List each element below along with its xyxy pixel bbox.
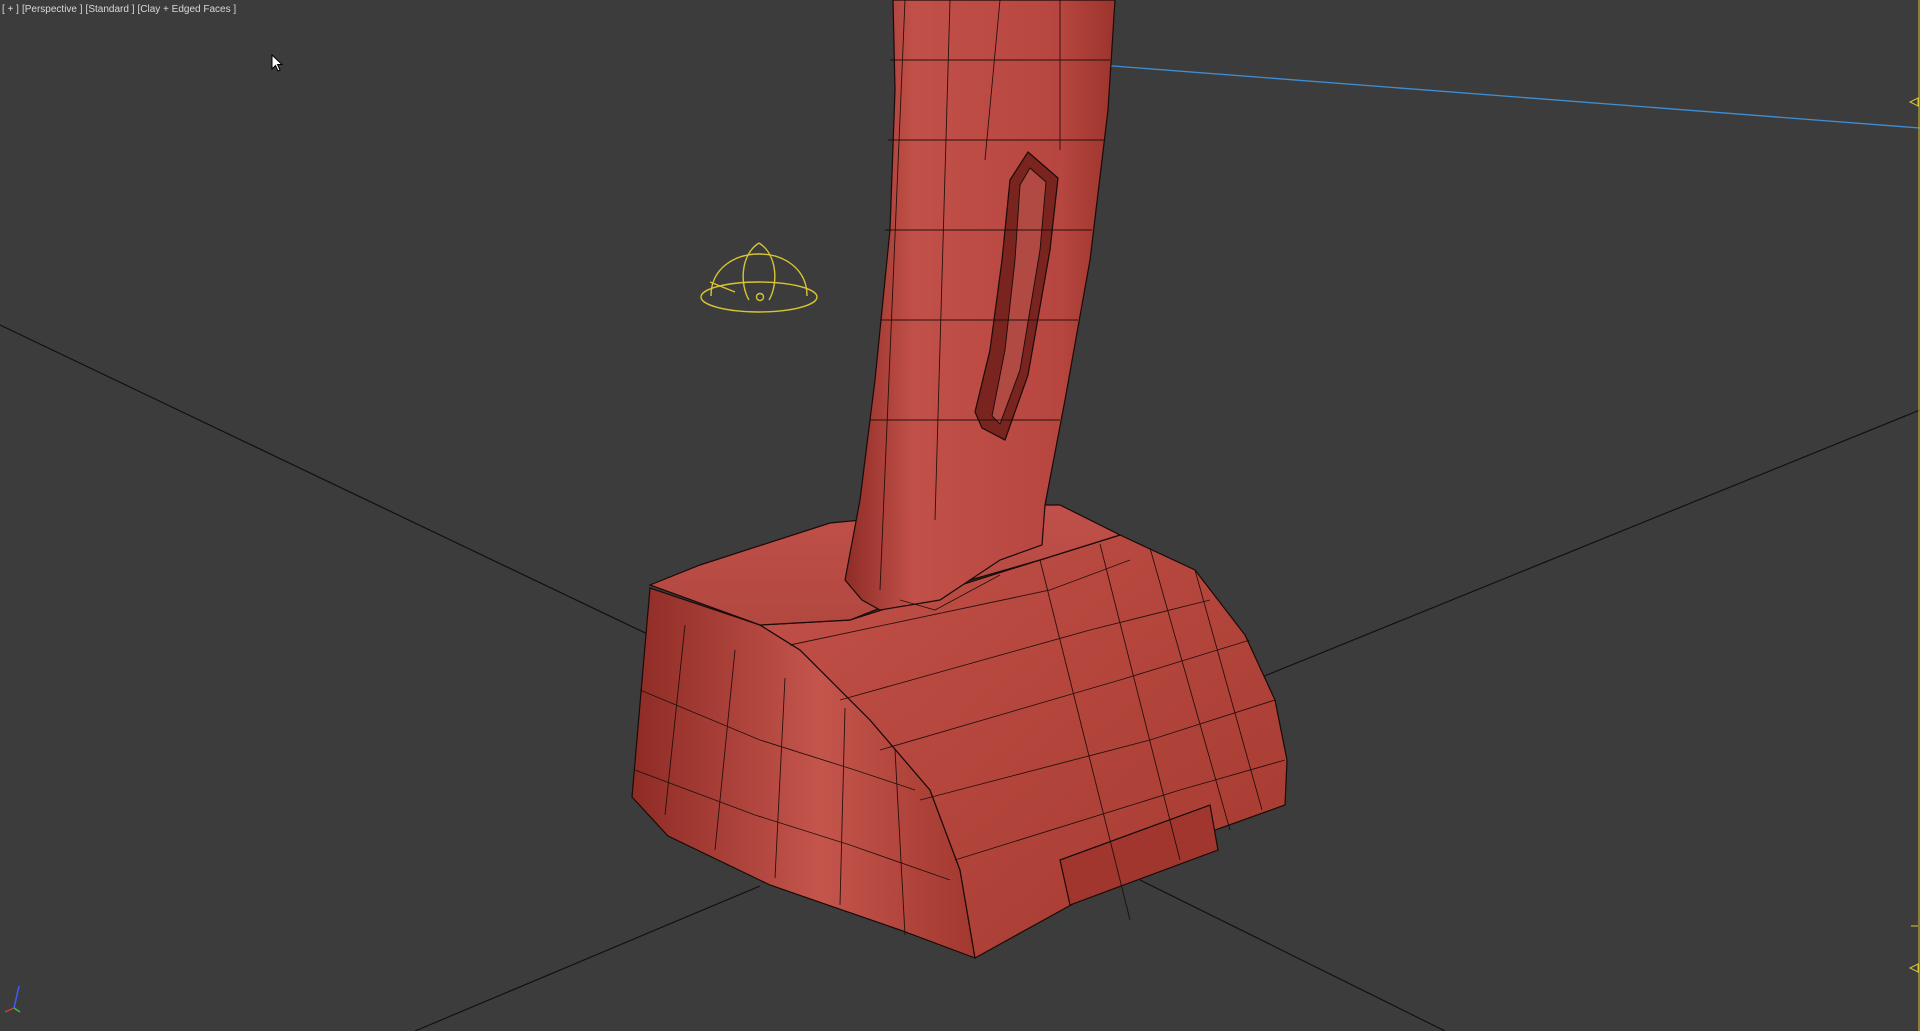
viewport-plus-menu[interactable]: [ + ] [2,4,19,18]
top-marker-icon [1908,97,1919,107]
bottom-marker-icon [1908,963,1919,973]
viewport-label-menu: [ + ] [Perspective ] [Standard ] [Clay +… [2,4,236,18]
viewport-view-menu[interactable]: [Perspective ] [22,4,83,18]
light-helper-icon[interactable] [700,242,818,313]
mouse-pointer-icon [271,54,283,72]
viewport-render-mode-menu[interactable]: [Clay + Edged Faces ] [137,4,236,18]
viewport-shading-preset-menu[interactable]: [Standard ] [86,4,135,18]
perspective-viewport[interactable]: [ + ] [Perspective ] [Standard ] [Clay +… [0,0,1920,1031]
clay-mesh-object[interactable] [631,0,1288,959]
viewport-scene[interactable] [0,0,1920,1031]
right-edge-marker-strip [1908,0,1920,1031]
axis-tripod-icon [4,985,21,1013]
target-line [1099,64,1920,129]
